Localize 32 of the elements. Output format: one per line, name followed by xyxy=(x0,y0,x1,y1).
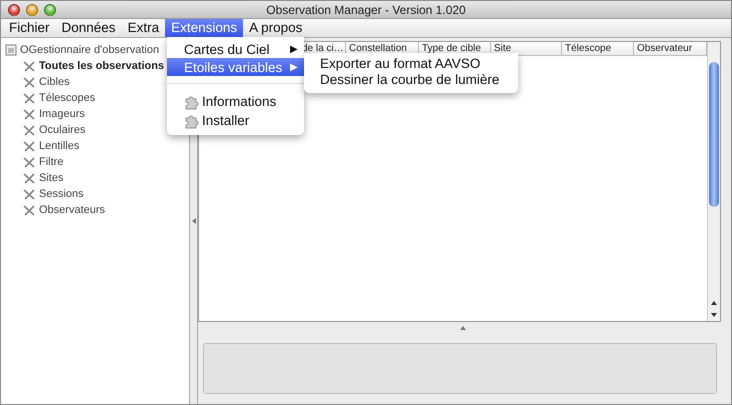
menu-bar-item[interactable]: A propos xyxy=(243,19,308,37)
puzzle-icon xyxy=(184,112,200,128)
tree-item[interactable]: Oculaires xyxy=(39,124,86,136)
split-handle-icon[interactable] xyxy=(460,326,466,330)
column-header[interactable]: Télescope xyxy=(562,42,634,55)
tree-item[interactable]: Sessions xyxy=(39,188,84,200)
tree-item[interactable]: Toutes les observations xyxy=(39,60,164,72)
menu-bar-item[interactable]: Extra xyxy=(122,19,166,37)
menu-bar-item[interactable]: Extensions xyxy=(165,19,244,37)
tree-root[interactable]: OGestionnaire d'observation xyxy=(20,44,160,56)
collapse-icon[interactable] xyxy=(192,218,196,224)
tree-item[interactable]: Observateurs xyxy=(39,204,106,216)
tree-item[interactable]: Imageurs xyxy=(39,108,85,120)
tree-item[interactable]: Cibles xyxy=(39,76,70,88)
menu-item[interactable]: Dessiner la courbe de lumière xyxy=(304,72,518,88)
puzzle-icon xyxy=(184,94,200,110)
tree-item[interactable]: Filtre xyxy=(39,156,64,168)
tree-item[interactable]: Lentilles xyxy=(39,140,80,152)
menu-item[interactable]: Exporter au format AAVSO xyxy=(304,56,518,72)
window-title: Observation Manager - Version 1.020 xyxy=(266,2,466,16)
menu-item[interactable]: Installer xyxy=(202,113,250,128)
scrollbar[interactable] xyxy=(707,42,720,321)
tree-item[interactable]: Télescopes xyxy=(39,92,96,104)
tree-item[interactable]: Sites xyxy=(39,172,64,184)
menu-item[interactable]: Etoiles variables ▶ xyxy=(167,58,304,76)
zoom-button[interactable] xyxy=(44,4,56,16)
menu-bar-item[interactable]: Fichier xyxy=(3,19,56,37)
menu-bar-item[interactable]: Données xyxy=(56,19,122,37)
close-button[interactable] xyxy=(8,4,20,16)
menu-item[interactable]: Informations xyxy=(202,94,276,109)
minimize-button[interactable] xyxy=(26,4,38,16)
folder-icon xyxy=(5,44,17,56)
